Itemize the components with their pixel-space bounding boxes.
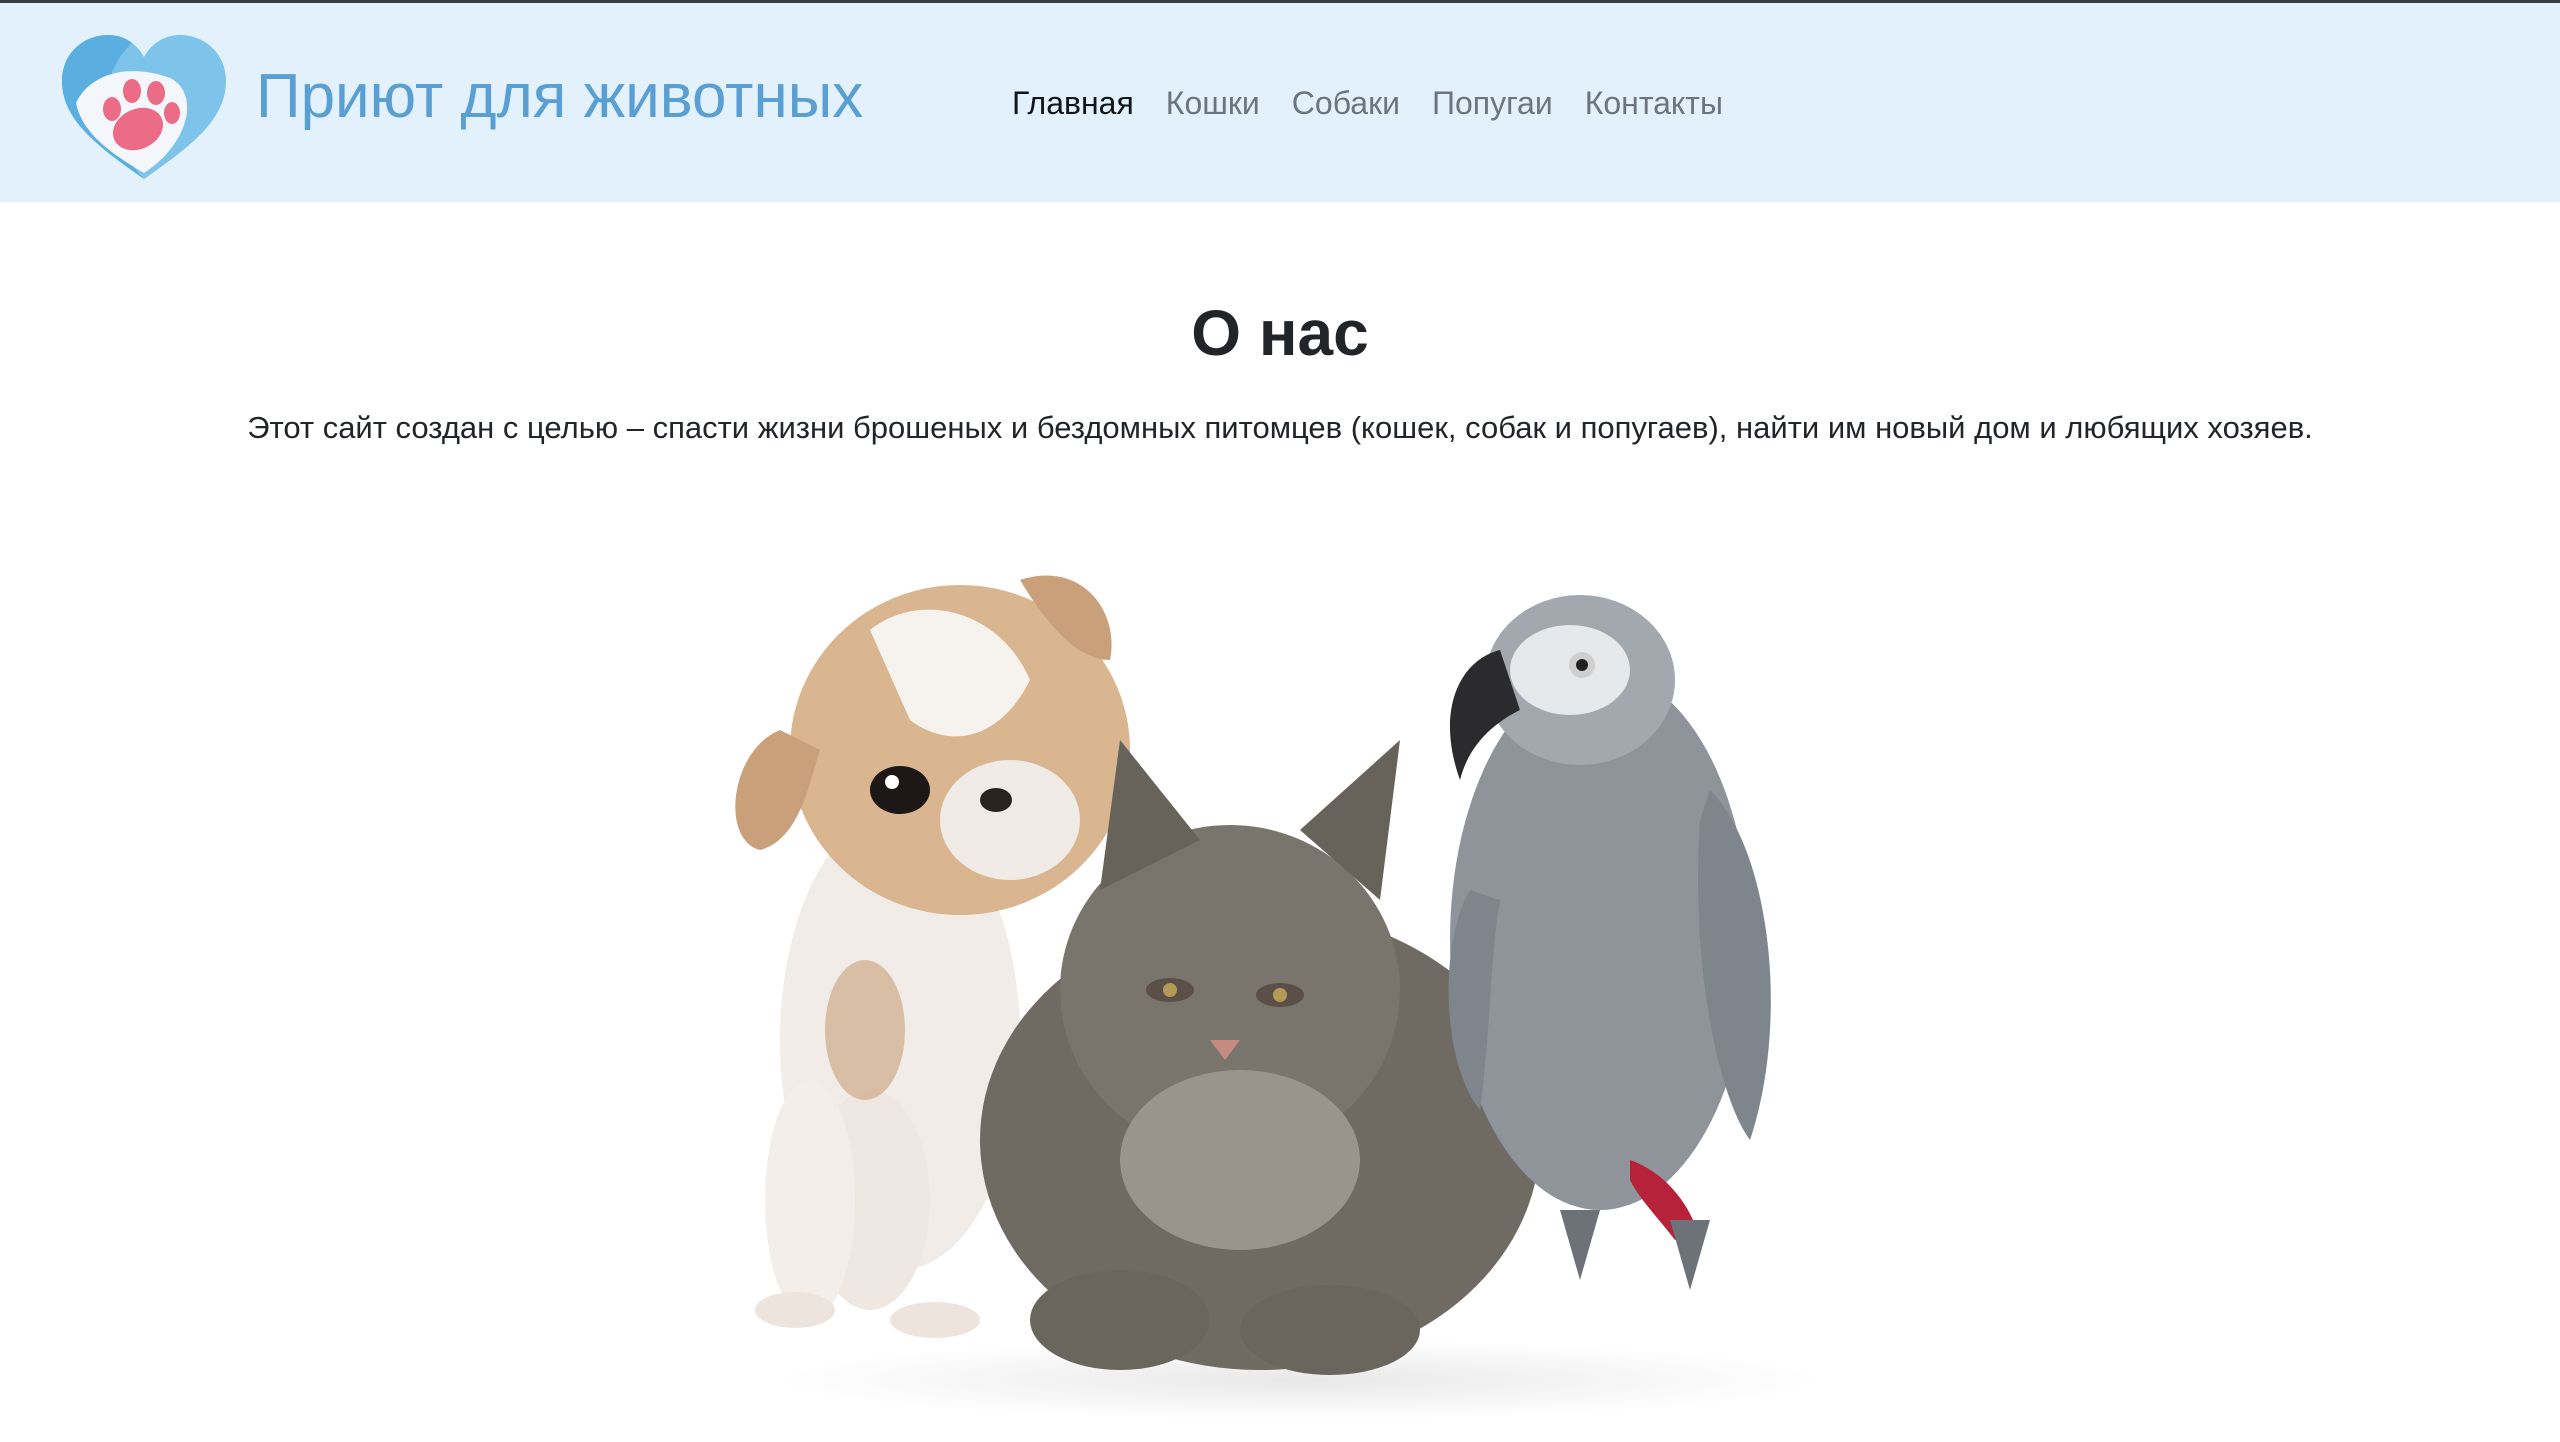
heart-paw-logo-icon[interactable] [60,33,228,181]
nav-parrots[interactable]: Попугаи [1416,85,1569,122]
nav-dogs[interactable]: Собаки [1276,85,1416,122]
brand-link[interactable]: Приют для животных [256,61,863,132]
hero-image-pets [735,575,1820,1420]
about-text: Этот сайт создан с целью – спасти жизни … [247,410,2313,445]
nav-cats[interactable]: Кошки [1150,85,1276,122]
page-title: О нас [1191,297,1369,369]
nav-home[interactable]: Главная [1012,85,1150,122]
navbar: Приют для животных Главная Кошки Собаки … [0,3,2560,202]
nav-contacts[interactable]: Контакты [1569,85,1739,122]
main-nav: Главная Кошки Собаки Попугаи Контакты [1012,85,1739,122]
